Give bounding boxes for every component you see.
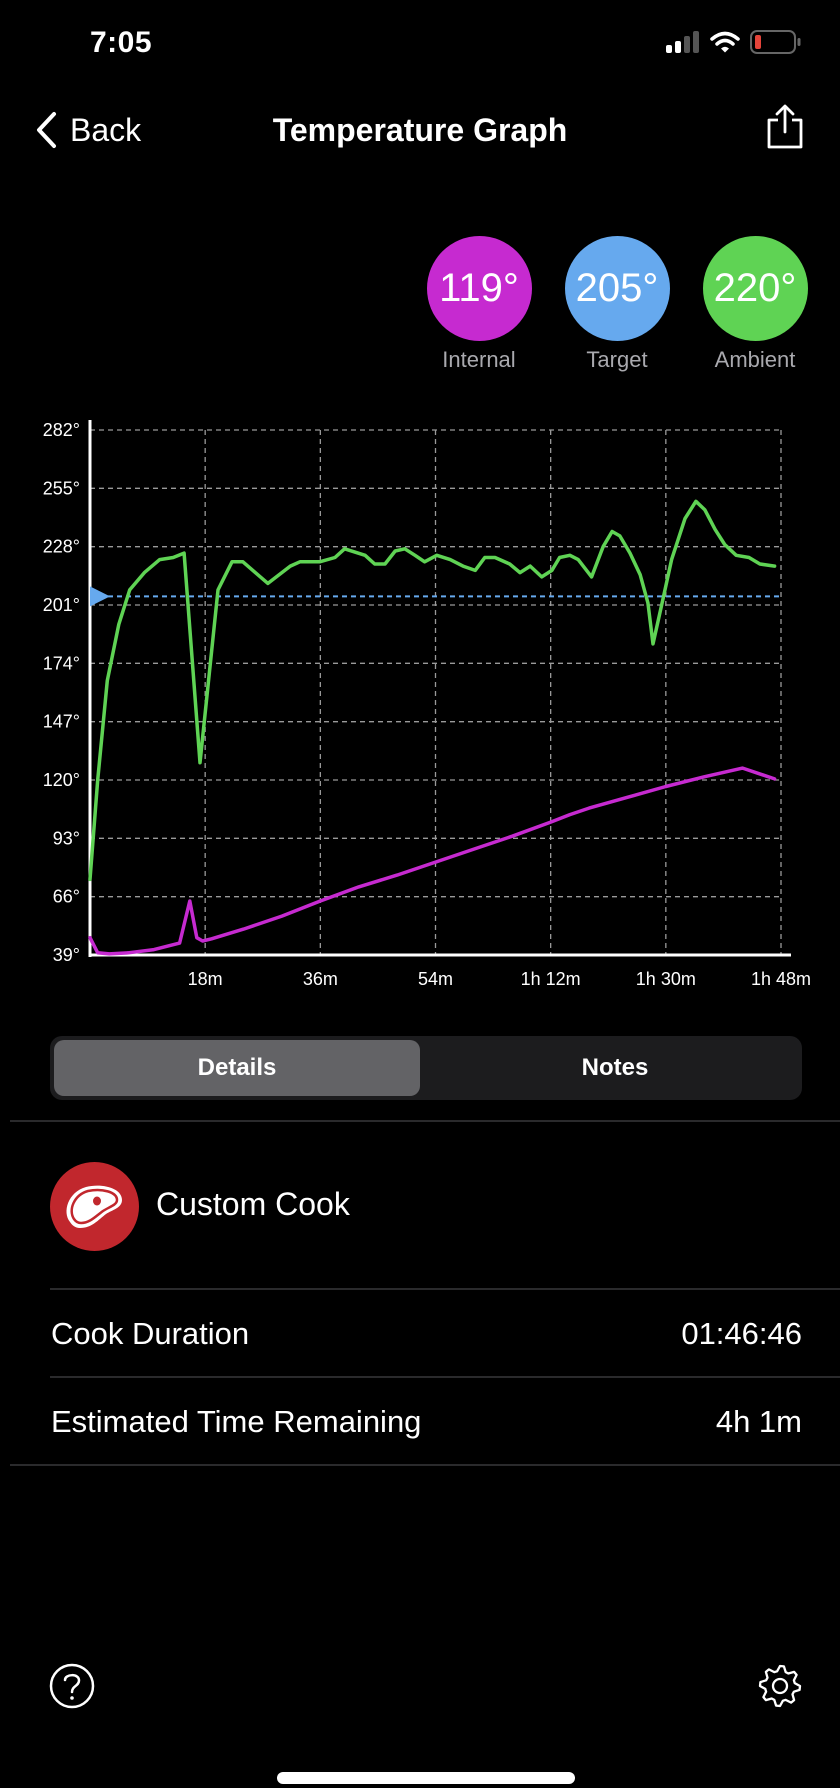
chevron-left-icon <box>37 112 56 148</box>
gear-icon <box>758 1664 802 1708</box>
x-tick-label: 36m <box>303 969 338 989</box>
battery-icon <box>750 30 801 54</box>
y-tick-label: 147° <box>43 712 80 732</box>
internal-temp-label: Internal <box>442 347 516 372</box>
share-icon <box>767 104 803 149</box>
temperature-chart[interactable]: 282° 255° 228° 201° 174° 147° 120° 93° 66° 39° 18m… <box>0 410 840 1000</box>
settings-button[interactable] <box>756 1662 804 1715</box>
cook-duration-value: 01:46:46 <box>681 1316 802 1351</box>
status-time: 7:05 <box>90 26 153 59</box>
badge-target[interactable]: 205° Target <box>564 236 670 373</box>
row-divider <box>10 1464 840 1466</box>
y-tick-label: 39° <box>53 945 80 965</box>
row-divider <box>50 1376 840 1378</box>
ambient-temp-value: 220° <box>713 266 797 310</box>
series-line-internal <box>88 766 777 956</box>
home-indicator <box>277 1772 575 1784</box>
steak-icon <box>66 1185 122 1228</box>
y-tick-label: 228° <box>43 537 80 557</box>
share-button[interactable] <box>766 104 804 155</box>
x-tick-label: 54m <box>418 969 453 989</box>
y-tick-label: 282° <box>43 420 80 440</box>
ambient-temp-label: Ambient <box>714 347 796 372</box>
cellular-signal-icon <box>666 31 699 53</box>
y-tick-label: 255° <box>43 478 80 498</box>
temperature-badges: 119° Internal 205° Target 220° Ambient <box>426 236 808 373</box>
x-tick-label: 18m <box>188 969 223 989</box>
ambient-temp-circle: 220° <box>702 236 808 341</box>
x-tick-label: 1h 30m <box>636 969 696 989</box>
x-tick-label: 1h 12m <box>521 969 581 989</box>
target-temp-value: 205° <box>575 266 659 310</box>
target-marker <box>90 586 110 607</box>
help-button[interactable] <box>48 1662 96 1715</box>
internal-temp-value: 119° <box>439 266 519 310</box>
target-temp-circle[interactable]: 205° <box>564 236 670 341</box>
target-temp-label: Target <box>586 347 648 372</box>
wifi-icon <box>710 31 740 53</box>
y-tick-label: 120° <box>43 770 80 790</box>
segmented-control: Details Notes <box>50 1036 802 1100</box>
tab-notes[interactable]: Notes <box>432 1040 798 1096</box>
section-divider <box>10 1120 840 1122</box>
y-tick-label: 174° <box>43 653 80 673</box>
internal-temp-circle: 119° <box>426 236 532 341</box>
badge-internal: 119° Internal <box>426 236 532 373</box>
y-tick-label: 93° <box>53 828 80 848</box>
cook-type-badge <box>50 1162 139 1251</box>
row-divider <box>50 1288 840 1290</box>
help-circle-icon <box>49 1663 95 1709</box>
y-tick-label: 201° <box>43 595 80 615</box>
badge-ambient: 220° Ambient <box>702 236 808 373</box>
status-icons <box>666 30 802 54</box>
back-button[interactable]: Back <box>34 110 141 150</box>
back-label: Back <box>70 111 142 148</box>
tab-details[interactable]: Details <box>54 1040 420 1096</box>
series-line-ambient <box>88 499 777 882</box>
cook-duration-label: Cook Duration <box>51 1316 250 1351</box>
cook-name: Custom Cook <box>156 1186 350 1222</box>
y-tick-label: 66° <box>53 887 80 907</box>
time-remaining-value: 4h 1m <box>715 1404 802 1439</box>
x-tick-label: 1h 48m <box>751 969 811 989</box>
time-remaining-label: Estimated Time Remaining <box>51 1404 422 1439</box>
